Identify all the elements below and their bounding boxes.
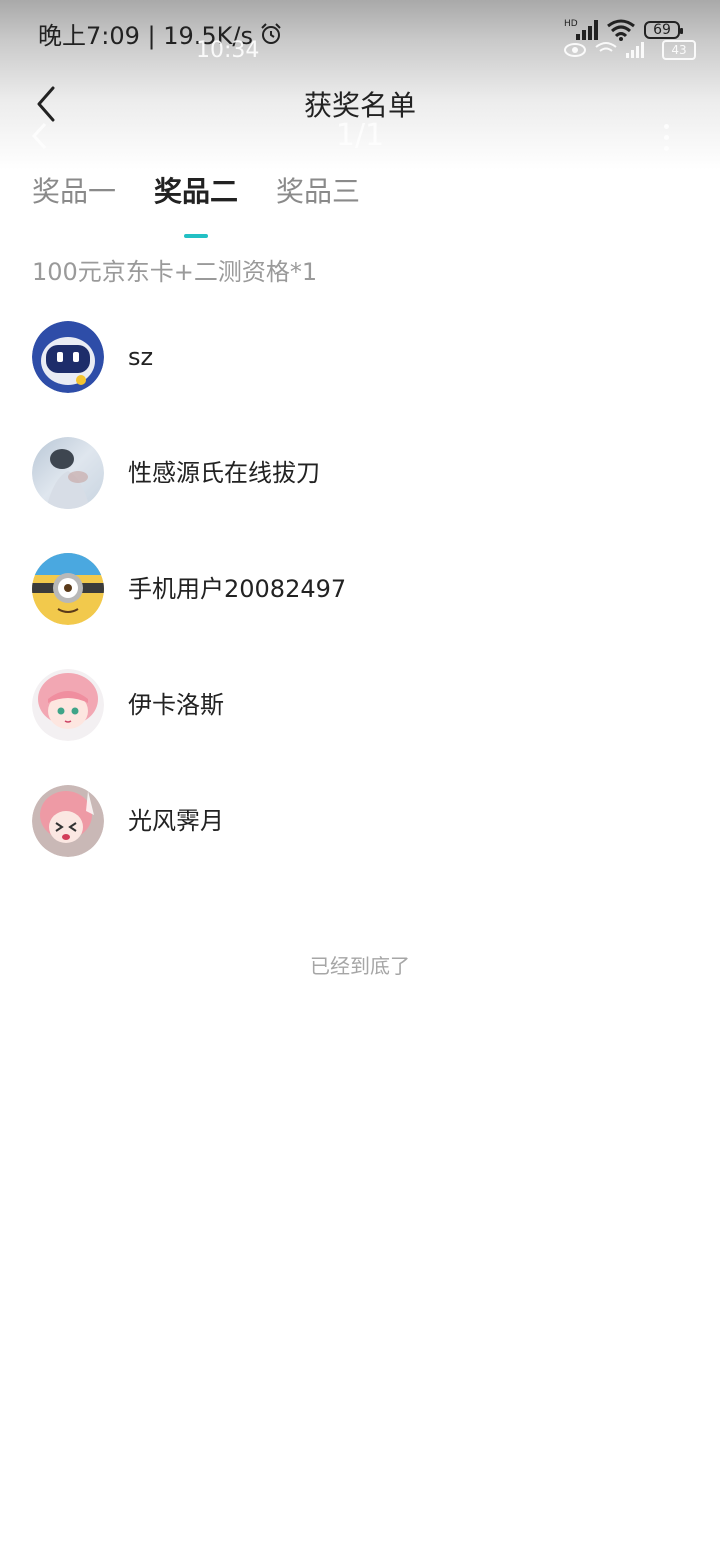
signal-icon: HD [564,19,598,40]
ghost-more-icon [664,124,669,151]
winner-row[interactable]: 伊卡洛斯 [32,669,692,785]
tab-prize-2[interactable]: 奖品二 [154,170,239,238]
status-bar-right: HD 69 [564,18,683,42]
active-tab-indicator [184,234,209,238]
winner-row[interactable]: sz [32,321,692,437]
ghost-signal-icon [595,42,644,58]
robot-avatar-icon[interactable] [32,321,104,393]
alarm-icon [261,22,281,44]
winner-list: sz 性感源氏在线拔刀 手机用户20082497 伊卡洛斯 光风霁月 [32,321,692,901]
tab-label: 奖品三 [276,175,361,208]
winner-row[interactable]: 性感源氏在线拔刀 [32,437,692,553]
winner-row[interactable]: 光风霁月 [32,785,692,901]
battery-icon: 69 [644,21,683,39]
svg-text:HD: HD [564,19,578,29]
winner-row[interactable]: 手机用户20082497 [32,553,692,669]
anime-girl-crying-avatar-icon[interactable] [32,785,104,857]
tab-prize-1[interactable]: 奖品一 [32,170,116,210]
ghost-time: 10:34 [196,38,260,63]
tab-prize-3[interactable]: 奖品三 [276,170,360,210]
prize-tabs: 奖品一 奖品二 奖品三 [32,170,360,238]
winner-name: 光风霁月 [128,807,224,835]
prize-description: 100元京东卡+二测资格*1 [32,258,318,286]
tab-label: 奖品一 [32,175,117,208]
winner-name: 手机用户20082497 [128,575,347,603]
winner-name: sz [128,343,154,371]
ghost-battery-icon: 43 [662,40,696,60]
wifi-icon [607,19,635,41]
photo-avatar-icon[interactable] [32,437,104,509]
eye-icon [564,43,586,57]
anime-girl-avatar-icon[interactable] [32,669,104,741]
end-of-list-text: 已经到底了 [310,954,410,978]
ghost-battery-level: 43 [671,43,687,57]
tab-label: 奖品二 [154,175,239,208]
ghost-status-bar: 43 [564,40,696,60]
ghost-page-indicator: 1/1 [335,118,385,153]
winner-name: 性感源氏在线拔刀 [128,459,320,487]
winner-name: 伊卡洛斯 [128,691,224,719]
minion-avatar-icon[interactable] [32,553,104,625]
battery-level: 69 [653,22,671,38]
